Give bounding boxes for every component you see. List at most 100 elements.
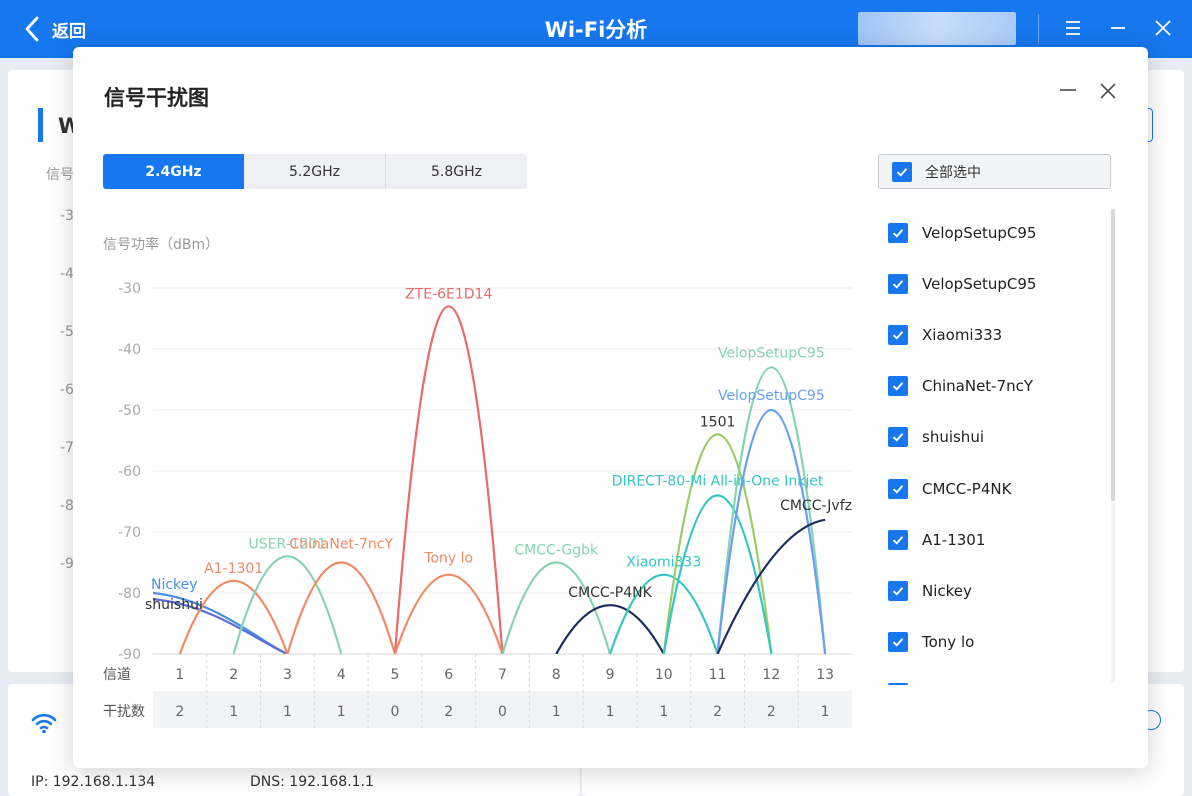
signal-chart: 信号功率（dBm）-30-40-50-60-70-80-90信道干扰数12213… bbox=[103, 236, 852, 728]
interference-count: 1 bbox=[337, 704, 346, 720]
checkbox-checked-icon bbox=[888, 427, 908, 448]
signal-arc bbox=[286, 561, 397, 654]
y-tick-label: -70 bbox=[118, 525, 141, 541]
ip-address: IP: 192.168.1.134 bbox=[31, 774, 156, 790]
background-axis-tick: -7 bbox=[60, 440, 74, 456]
channel-tick-label: 10 bbox=[655, 667, 673, 683]
network-item[interactable]: CMCC-P4NK bbox=[888, 463, 1098, 514]
series-label: 1501 bbox=[700, 414, 736, 430]
network-list: VelopSetupC95 VelopSetupC95 Xiaomi333 Ch… bbox=[888, 207, 1098, 685]
channel-tick-label: 11 bbox=[709, 667, 727, 683]
series-label: ZTE-6E1D14 bbox=[405, 286, 492, 302]
checkbox-checked-icon bbox=[888, 529, 908, 550]
select-all-checkbox[interactable]: 全部选中 bbox=[878, 154, 1111, 189]
minimize-icon bbox=[1111, 27, 1125, 29]
series-label: Tony lo bbox=[423, 551, 473, 567]
checkbox-checked-icon bbox=[892, 161, 912, 182]
channel-tick-label: 5 bbox=[391, 667, 400, 683]
close-button[interactable] bbox=[1151, 16, 1175, 40]
interference-count: 1 bbox=[821, 704, 830, 720]
checkbox-checked-icon bbox=[888, 632, 908, 653]
account-area[interactable] bbox=[858, 12, 1016, 45]
network-label: A1-1301 bbox=[922, 530, 986, 549]
menu-button[interactable] bbox=[1061, 16, 1085, 40]
background-label: 信号 bbox=[46, 167, 74, 183]
series-label: CMCC-P4NK bbox=[568, 585, 652, 601]
channel-tick-label: 9 bbox=[606, 667, 615, 683]
channel-tick-label: 1 bbox=[175, 667, 184, 683]
checkbox-checked-icon bbox=[888, 324, 908, 345]
interference-count: 1 bbox=[659, 704, 668, 720]
background-axis-tick: -5 bbox=[60, 324, 74, 340]
series-label: DIRECT-80-Mi All-in-One Inkjet bbox=[612, 473, 824, 489]
series-label: ChinaNet-7ncY bbox=[289, 537, 393, 553]
network-label: Nickey bbox=[922, 581, 972, 600]
background-axis-tick: -4 bbox=[60, 266, 74, 282]
series-label: VelopSetupC95 bbox=[718, 388, 825, 404]
network-item[interactable]: shuishui bbox=[888, 412, 1098, 463]
channel-tick-label: 12 bbox=[762, 667, 780, 683]
network-label: VelopSetupC95 bbox=[922, 223, 1037, 242]
checkbox-checked-icon bbox=[888, 683, 908, 685]
dialog-minimize-icon[interactable] bbox=[1057, 79, 1079, 101]
interference-count: 2 bbox=[444, 704, 453, 720]
checkbox-checked-icon bbox=[888, 376, 908, 397]
background-axis-tick: -8 bbox=[60, 498, 74, 514]
signal-arc bbox=[662, 494, 773, 654]
series-label: CMCC-Ggbk bbox=[514, 543, 599, 559]
network-label: Xiaomi333 bbox=[922, 325, 1003, 344]
channel-tick-label: 3 bbox=[283, 667, 292, 683]
series-label: VelopSetupC95 bbox=[718, 345, 825, 361]
checkbox-checked-icon bbox=[888, 273, 908, 294]
background-axis-tick: -9 bbox=[60, 556, 74, 572]
network-item[interactable]: A1-1301 bbox=[888, 514, 1098, 565]
signal-arc bbox=[716, 518, 826, 654]
signal-arc bbox=[501, 561, 612, 654]
network-item[interactable]: ChinaNet-7ncY bbox=[888, 361, 1098, 412]
channel-tick-label: 8 bbox=[552, 667, 561, 683]
interference-count: 2 bbox=[767, 704, 776, 720]
interference-count: 1 bbox=[283, 704, 292, 720]
series-label: A1-1301 bbox=[204, 561, 263, 577]
select-all-label: 全部选中 bbox=[925, 164, 981, 181]
channel-tick-label: 13 bbox=[816, 667, 834, 683]
background-axis-tick: -6 bbox=[60, 382, 74, 398]
series-label: Xiaomi333 bbox=[626, 555, 701, 571]
y-tick-label: -50 bbox=[118, 403, 141, 419]
checkbox-checked-icon bbox=[888, 478, 908, 499]
network-item[interactable]: VelopSetupC95 bbox=[888, 258, 1098, 309]
y-axis-title: 信号功率（dBm） bbox=[103, 236, 219, 253]
signal-arc bbox=[393, 305, 504, 654]
interference-dialog: 信号干扰图 2.4GHz 5.2GHz 5.8GHz 信号功率（dBm） -30-… bbox=[73, 47, 1148, 768]
interference-count: 0 bbox=[498, 704, 507, 720]
series-label: shuishui bbox=[145, 597, 203, 613]
dialog-close-icon[interactable] bbox=[1097, 80, 1119, 102]
series-label: Nickey bbox=[151, 577, 198, 593]
signal-arc bbox=[393, 573, 504, 654]
background-axis-tick: -3 bbox=[60, 208, 74, 224]
interference-count: 0 bbox=[391, 704, 400, 720]
interference-count: 1 bbox=[229, 704, 238, 720]
y-tick-label: -60 bbox=[118, 464, 141, 480]
interference-row-title: 干扰数 bbox=[103, 704, 145, 720]
interference-count: 2 bbox=[175, 704, 184, 720]
dns-address: DNS: 192.168.1.1 bbox=[250, 774, 374, 790]
network-item[interactable]: Tony lo bbox=[888, 617, 1098, 668]
list-scrollbar[interactable] bbox=[1111, 209, 1115, 501]
channel-tick-label: 4 bbox=[337, 667, 346, 683]
network-label: VelopSetupC95 bbox=[922, 274, 1037, 293]
network-item[interactable] bbox=[888, 668, 1098, 685]
network-item[interactable]: Xiaomi333 bbox=[888, 309, 1098, 360]
network-item[interactable]: VelopSetupC95 bbox=[888, 207, 1098, 258]
interference-count: 1 bbox=[606, 704, 615, 720]
titlebar-divider bbox=[1038, 14, 1039, 44]
checkbox-checked-icon bbox=[888, 580, 908, 601]
network-item[interactable]: Nickey bbox=[888, 565, 1098, 616]
minimize-button[interactable] bbox=[1106, 16, 1130, 40]
signal-arc bbox=[662, 433, 773, 654]
close-icon bbox=[1155, 20, 1171, 36]
signal-arc bbox=[555, 604, 665, 654]
network-label: shuishui bbox=[922, 428, 984, 447]
series-label: CMCC-Jvfz bbox=[780, 498, 852, 514]
channel-tick-label: 6 bbox=[444, 667, 453, 683]
